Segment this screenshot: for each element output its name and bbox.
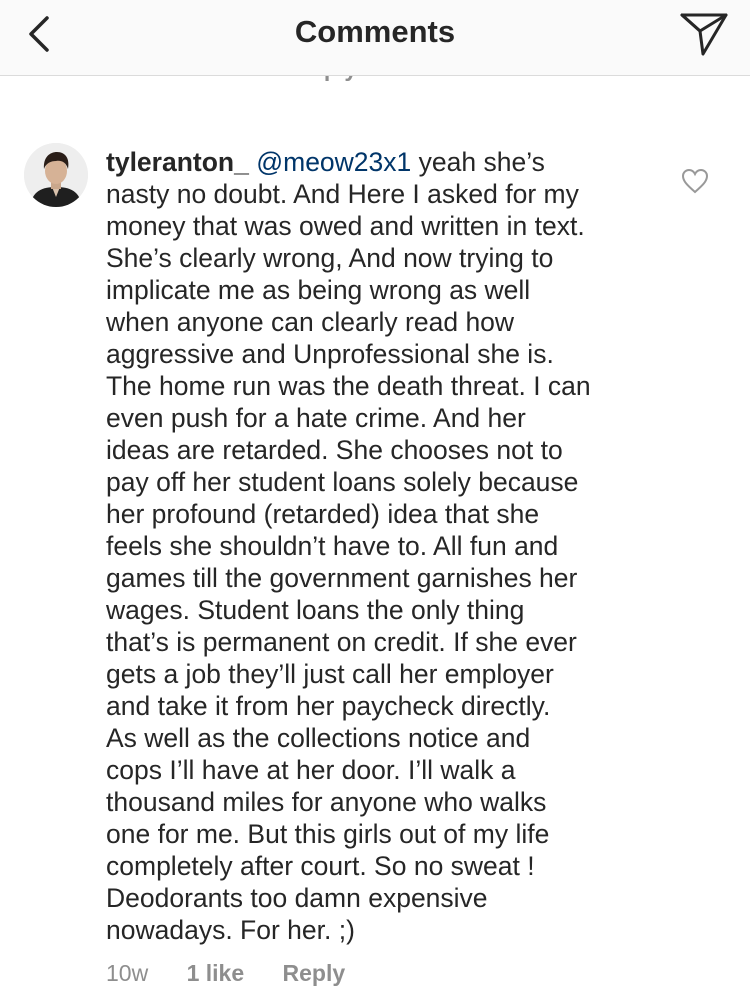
paper-plane-icon <box>680 13 728 56</box>
comment-line: As well as the collections notice and <box>106 723 531 753</box>
comment-line: that’s is permanent on credit. If she ev… <box>106 627 577 657</box>
comment-line: feels she shouldn’t have to. All fun and <box>106 531 559 561</box>
comment-line: Deodorants too damn expensive <box>106 883 488 913</box>
comment-time: 10w <box>106 960 149 986</box>
comment-line: ideas are retarded. She chooses not to <box>106 435 563 465</box>
comment-line: nowadays. For her. ;) <box>106 915 355 945</box>
comment-line: even push for a hate crime. And her <box>106 403 526 433</box>
comment-line: aggressive and Unprofessional she is. <box>106 339 554 369</box>
comment-line: games till the government garnishes her <box>106 563 578 593</box>
comments-header: Comments <box>0 0 750 76</box>
like-button[interactable] <box>681 168 709 194</box>
avatar[interactable] <box>24 143 88 207</box>
comment-line: and take it from her paycheck directly. <box>106 691 551 721</box>
comment-line: She’s clearly wrong, And now trying to <box>106 243 554 273</box>
comment-text: tyleranton_ @meow23x1 yeah she’s nasty n… <box>106 146 651 946</box>
comment-line: The home run was the death threat. I can <box>106 371 591 401</box>
share-button[interactable] <box>678 10 730 58</box>
comment-line: wages. Student loans the only thing <box>106 595 525 625</box>
comment-line: nasty no doubt. And Here I asked for my <box>106 179 579 209</box>
comment-line: one for me. But this girls out of my lif… <box>106 819 550 849</box>
comment-username[interactable]: tyleranton_ <box>106 147 249 177</box>
comment-line: cops I’ll have at her door. I’ll walk a <box>106 755 516 785</box>
comment-meta: 10w 1 like Reply <box>106 960 345 987</box>
heart-outline-icon <box>681 168 709 194</box>
comment-line: pay off her student loans solely because <box>106 467 579 497</box>
reply-button[interactable]: Reply <box>283 960 346 986</box>
page-title: Comments <box>294 14 456 49</box>
comment-line: money that was owed and written in text. <box>106 211 585 241</box>
comment-mention[interactable]: @meow23x1 <box>256 147 411 177</box>
comment-line: completely after court. So no sweat ! <box>106 851 535 881</box>
comment-likes-link[interactable]: 1 like <box>187 960 245 986</box>
comment-line: implicate me as being wrong as well <box>106 275 531 305</box>
comment-line: when anyone can clearly read how <box>106 307 515 337</box>
avatar-photo <box>24 143 88 207</box>
comment-line: her profound (retarded) idea that she <box>106 499 540 529</box>
comment-line: thousand miles for anyone who walks <box>106 787 547 817</box>
comment-line: gets a job they’ll just call her employe… <box>106 659 554 689</box>
comment-line: yeah she’s <box>411 147 545 177</box>
comment-first-line: tyleranton_ @meow23x1 yeah she’s <box>106 146 651 178</box>
